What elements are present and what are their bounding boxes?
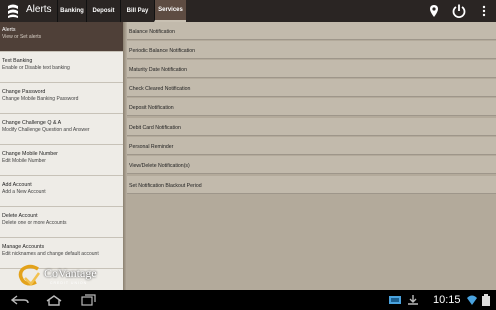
list-item-label: View/Delete Notification(s)	[129, 163, 190, 169]
screenshot-icon	[389, 296, 401, 304]
list-item-set-notification-blackout-period[interactable]: Set Notification Blackout Period	[127, 176, 496, 194]
tab-deposit[interactable]: Deposit	[86, 0, 120, 22]
app-title: Alerts	[26, 4, 52, 15]
sidebar-item-text-banking[interactable]: Text Banking Enable or Disable text bank…	[0, 53, 123, 83]
sidebar-item-subtitle: Delete one or more Accounts	[2, 219, 67, 226]
sidebar-item-change-challenge[interactable]: Change Challenge Q & A Modify Challenge …	[0, 115, 123, 145]
sidebar-item-subtitle: Change Mobile Banking Password	[2, 95, 79, 102]
sidebar-item-add-account[interactable]: Add Account Add a New Account	[0, 177, 123, 207]
list-item-view-delete-notifications[interactable]: View/Delete Notification(s)	[127, 156, 496, 174]
list-item-label: Periodic Balance Notification	[129, 48, 196, 54]
sidebar-item-subtitle: Edit Mobile Number	[2, 157, 46, 164]
list-item-label: Set Notification Blackout Period	[129, 183, 202, 189]
logo-name: CoVantage	[44, 266, 97, 280]
list-item-label: Deposit Notification	[129, 105, 174, 111]
sidebar-item-change-password[interactable]: Change Password Change Mobile Banking Pa…	[0, 84, 123, 114]
sidebar-item-subtitle: Add a New Account	[2, 188, 46, 195]
download-icon	[408, 295, 418, 305]
tab-bill-pay[interactable]: Bill Pay	[120, 0, 154, 22]
sidebar-item-subtitle: Enable or Disable text banking	[2, 64, 70, 71]
list-item-label: Maturity Date Notification	[129, 67, 187, 73]
list-item-periodic-balance-notification[interactable]: Periodic Balance Notification	[127, 41, 496, 59]
overflow-menu-icon[interactable]	[476, 3, 492, 19]
list-item-deposit-notification[interactable]: Deposit Notification	[127, 98, 496, 116]
list-item-maturity-date-notification[interactable]: Maturity Date Notification	[127, 60, 496, 78]
covantage-swoosh-icon	[18, 264, 41, 286]
sidebar-item-change-mobile-number[interactable]: Change Mobile Number Edit Mobile Number	[0, 146, 123, 176]
status-clock: 10:15	[433, 294, 461, 306]
system-navigation-bar	[0, 290, 496, 310]
list-item-personal-reminder[interactable]: Personal Reminder	[127, 137, 496, 155]
location-pin-icon[interactable]	[426, 3, 442, 19]
tab-label: Bill Pay	[126, 8, 149, 14]
power-icon[interactable]	[451, 3, 467, 19]
covantage-logo: CoVantage CREDIT UNION	[18, 264, 118, 290]
tab-label: Deposit	[92, 8, 115, 14]
list-item-balance-notification[interactable]: Balance Notification	[127, 22, 496, 40]
recent-apps-icon[interactable]	[78, 294, 98, 306]
list-item-debit-card-notification[interactable]: Debit Card Notification	[127, 118, 496, 136]
home-icon[interactable]	[44, 294, 64, 306]
tab-services[interactable]: Services	[154, 0, 186, 22]
sidebar-item-delete-account[interactable]: Delete Account Delete one or more Accoun…	[0, 208, 123, 238]
back-icon[interactable]	[10, 294, 30, 306]
action-bar: Alerts Banking Deposit Bill Pay Services	[0, 0, 496, 23]
list-item-label: Check Cleared Notification	[129, 86, 191, 92]
sidebar-item-subtitle: View or Set alerts	[2, 33, 42, 40]
sidebar-item-subtitle: Edit nicknames and change default accoun…	[2, 250, 99, 257]
tab-banking[interactable]: Banking	[57, 0, 86, 22]
list-item-label: Balance Notification	[129, 29, 175, 35]
tab-label: Banking	[60, 8, 84, 14]
list-item-label: Debit Card Notification	[129, 125, 181, 131]
notification-list: Balance Notification Periodic Balance No…	[127, 22, 496, 290]
logo-tagline: CREDIT UNION	[50, 281, 88, 285]
sidebar-item-subtitle: Modify Challenge Question and Answer	[2, 126, 90, 133]
wifi-icon	[467, 295, 477, 305]
services-sidebar: Alerts View or Set alerts Text Banking E…	[0, 22, 123, 290]
sidebar-item-alerts[interactable]: Alerts View or Set alerts	[0, 22, 123, 52]
battery-icon	[482, 294, 490, 306]
list-item-check-cleared-notification[interactable]: Check Cleared Notification	[127, 79, 496, 97]
tab-label: Services	[158, 7, 183, 13]
app-logo-icon[interactable]	[6, 3, 20, 19]
list-item-label: Personal Reminder	[129, 144, 174, 150]
